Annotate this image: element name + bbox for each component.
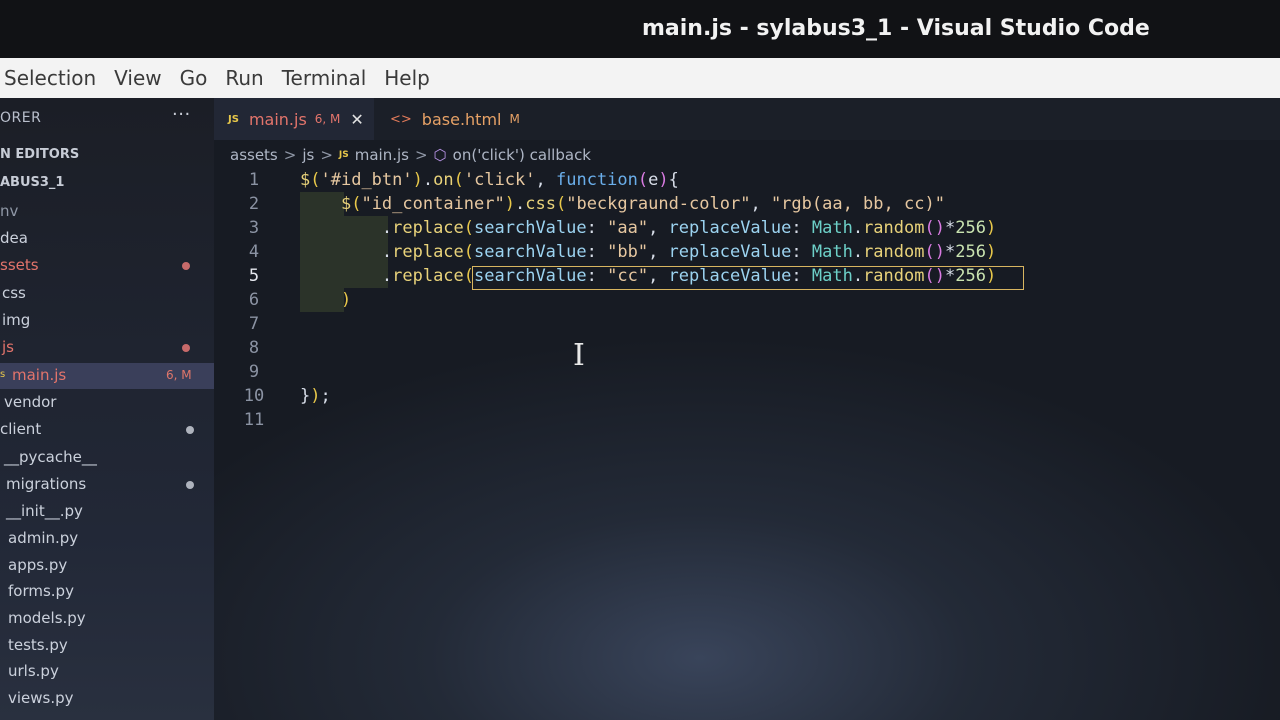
breadcrumb-js[interactable]: js <box>302 146 314 164</box>
html-file-icon: <> <box>390 111 412 127</box>
tab-main-js[interactable]: JS main.js 6, M ✕ <box>214 98 374 140</box>
menu-terminal[interactable]: Terminal <box>282 66 367 90</box>
tab-base-html[interactable]: <> base.html M <box>390 98 530 140</box>
close-icon[interactable]: ✕ <box>350 110 363 129</box>
modified-dot-icon <box>182 262 190 270</box>
code-line-6: 6 ) <box>248 290 352 310</box>
code-line-5: 5 .replace(searchValue: "cc", replaceVal… <box>248 266 997 286</box>
code-line-4: 4 .replace(searchValue: "bb", replaceVal… <box>248 242 997 262</box>
tree-item-env[interactable]: nv <box>0 199 214 225</box>
tree-item-apps-py[interactable]: apps.py <box>0 553 214 579</box>
breadcrumb: assets > js > JS main.js > ⬡ on('click')… <box>230 144 591 166</box>
modified-dot-icon <box>186 426 194 434</box>
js-file-icon: JS <box>228 113 239 125</box>
menu-help[interactable]: Help <box>384 66 430 90</box>
tree-item-admin-py[interactable]: admin.py <box>0 526 214 552</box>
tree-item-js[interactable]: js <box>0 335 214 361</box>
tree-item-css[interactable]: css <box>0 281 214 307</box>
code-text: }); <box>300 386 331 406</box>
explorer-sidebar: ORER ··· N EDITORS ABUS3_1 nv dea ssets … <box>0 98 214 720</box>
window-title: main.js - sylabus3_1 - Visual Studio Cod… <box>642 16 1150 41</box>
tab-label: main.js <box>248 109 307 129</box>
breadcrumb-symbol[interactable]: on('click') callback <box>453 146 591 164</box>
tab-status: 6, M <box>314 112 341 126</box>
code-line-9: 9 <box>248 362 260 382</box>
code-text: .replace(searchValue: "cc", replaceValue… <box>300 266 997 286</box>
tab-status: M <box>509 112 520 126</box>
modified-dot-icon <box>186 481 194 489</box>
code-line-8: 8 <box>248 338 260 358</box>
tree-item-main-js[interactable]: s main.js 6, M <box>0 363 214 389</box>
editor-tabs: JS main.js 6, M ✕ <> base.html M <box>214 98 1280 140</box>
explorer-header: ORER ··· <box>0 104 214 132</box>
menu-run[interactable]: Run <box>225 66 263 90</box>
code-text: $("id_container").css("beckgraund-color"… <box>340 194 945 214</box>
code-line-11: 11 <box>243 410 265 430</box>
menu-view[interactable]: View <box>114 66 161 90</box>
code-text: .replace(searchValue: "aa", replaceValue… <box>300 218 997 238</box>
tree-item-pycache[interactable]: __pycache__ <box>0 445 214 471</box>
breadcrumb-assets[interactable]: assets <box>230 146 278 164</box>
project-root[interactable]: ABUS3_1 <box>0 172 214 198</box>
tab-label: base.html <box>421 109 502 129</box>
tree-item-img[interactable]: img <box>0 308 214 334</box>
breadcrumb-separator: > <box>414 146 428 164</box>
breadcrumb-main-js[interactable]: main.js <box>355 146 409 164</box>
code-line-10: 10 }); <box>243 386 331 406</box>
tree-item-forms-py[interactable]: forms.py <box>0 579 214 605</box>
tree-item-assets[interactable]: ssets <box>0 253 214 279</box>
tree-item-init-py[interactable]: __init__.py <box>0 499 214 525</box>
explorer-title: ORER <box>0 110 42 126</box>
code-line-2: 2 $("id_container").css("beckgraund-colo… <box>248 194 945 214</box>
modified-dot-icon <box>182 344 190 352</box>
tree-item-migrations[interactable]: migrations <box>0 472 214 498</box>
symbol-method-icon: ⬡ <box>433 146 447 164</box>
code-editor[interactable]: 1 $('#id_btn').on('click', function(e){ … <box>214 168 1280 468</box>
tree-item-urls-py[interactable]: urls.py <box>0 659 214 685</box>
code-line-7: 7 <box>248 314 260 334</box>
menu-go[interactable]: Go <box>180 66 208 90</box>
tree-item-tests-py[interactable]: tests.py <box>0 633 214 659</box>
js-file-icon: JS <box>338 150 349 160</box>
more-actions-icon[interactable]: ··· <box>172 104 191 125</box>
breadcrumb-separator: > <box>320 146 333 164</box>
code-line-3: 3 .replace(searchValue: "aa", replaceVal… <box>248 218 997 238</box>
breadcrumb-separator: > <box>283 146 297 164</box>
tree-item-models-py[interactable]: models.py <box>0 606 214 632</box>
menu-selection[interactable]: Selection <box>4 66 96 90</box>
code-line-1: 1 $('#id_btn').on('click', function(e){ <box>248 170 679 190</box>
tree-item-client[interactable]: client <box>0 417 214 443</box>
title-bar: main.js - sylabus3_1 - Visual Studio Cod… <box>0 0 1280 60</box>
code-text: .replace(searchValue: "bb", replaceValue… <box>300 242 997 262</box>
open-editors-section[interactable]: N EDITORS <box>0 144 214 170</box>
text-cursor-icon: I <box>573 338 585 373</box>
problems-badge: 6, M <box>166 368 192 382</box>
js-file-icon: s <box>0 369 6 380</box>
tree-item-idea[interactable]: dea <box>0 226 214 252</box>
menu-bar: Selection View Go Run Terminal Help <box>0 58 1280 98</box>
tree-item-vendor[interactable]: vendor <box>0 390 214 416</box>
tree-item-views-py[interactable]: views.py <box>0 686 214 712</box>
code-text: ) <box>340 290 352 310</box>
code-text: $('#id_btn').on('click', function(e){ <box>300 170 679 190</box>
